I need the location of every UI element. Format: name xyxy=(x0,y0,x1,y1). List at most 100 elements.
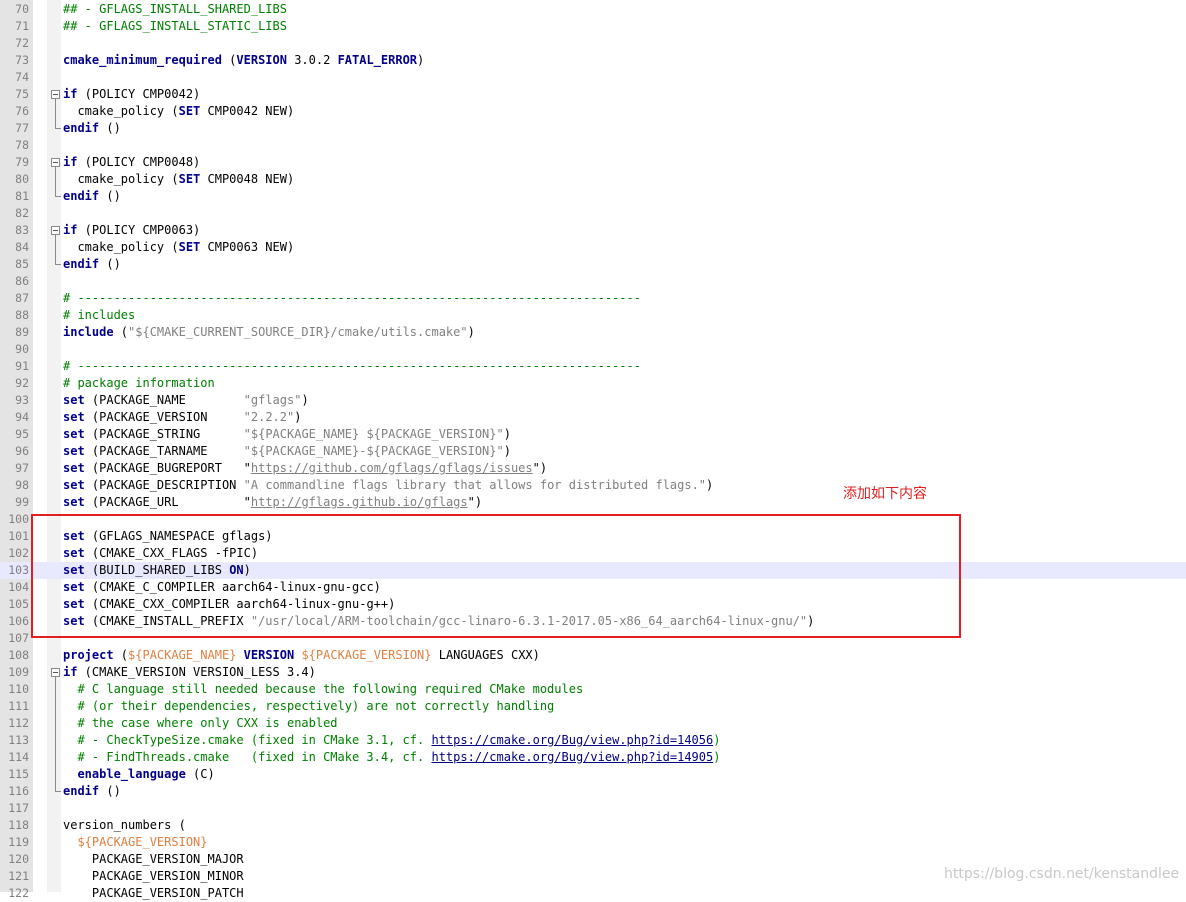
code-line[interactable]: 113 # - CheckTypeSize.cmake (fixed in CM… xyxy=(0,732,1186,749)
code-token: "${CMAKE_CURRENT_SOURCE_DIR}/cmake/utils… xyxy=(128,325,468,339)
code-line[interactable]: 77 endif () xyxy=(0,120,1186,137)
code-text: # (or their dependencies, respectively) … xyxy=(63,698,554,715)
code-line[interactable]: 90 xyxy=(0,341,1186,358)
code-token[interactable]: https://cmake.org/Bug/view.php?id=14056 xyxy=(431,733,713,747)
code-line[interactable]: 72 xyxy=(0,35,1186,52)
line-number: 81 xyxy=(15,189,29,203)
code-token: set xyxy=(63,444,85,458)
code-token: cmake_policy ( xyxy=(63,104,179,118)
code-text: endif () xyxy=(63,783,121,800)
code-line[interactable]: 82 xyxy=(0,205,1186,222)
code-line[interactable]: 70 ## - GFLAGS_INSTALL_SHARED_LIBS xyxy=(0,1,1186,18)
code-line[interactable]: 93 set (PACKAGE_NAME "gflags") xyxy=(0,392,1186,409)
code-token[interactable]: https://cmake.org/Bug/view.php?id=14905 xyxy=(431,750,713,764)
code-text: set (PACKAGE_VERSION "2.2.2") xyxy=(63,409,301,426)
code-line[interactable]: 88 # includes xyxy=(0,307,1186,324)
fold-toggle-icon[interactable] xyxy=(51,226,60,235)
code-line[interactable]: 119 ${PACKAGE_VERSION} xyxy=(0,834,1186,851)
code-token: ( xyxy=(113,325,129,339)
code-token: if xyxy=(63,155,78,169)
line-number: 99 xyxy=(15,495,29,509)
fold-toggle-icon[interactable] xyxy=(51,90,60,99)
code-token: (C) xyxy=(185,767,215,781)
code-line[interactable]: 111 # (or their dependencies, respective… xyxy=(0,698,1186,715)
code-text: set (PACKAGE_DESCRIPTION "A commandline … xyxy=(63,477,713,494)
code-line[interactable]: 83 if (POLICY CMP0063) xyxy=(0,222,1186,239)
line-number: 113 xyxy=(8,733,29,747)
code-token: () xyxy=(99,189,121,203)
code-line[interactable]: 81 endif () xyxy=(0,188,1186,205)
code-text: endif () xyxy=(63,120,121,137)
code-token: if xyxy=(63,87,78,101)
code-line[interactable]: 73 cmake_minimum_required (VERSION 3.0.2 … xyxy=(0,52,1186,69)
code-text: # C language still needed because the fo… xyxy=(63,681,583,698)
fold-end-marker xyxy=(55,120,61,129)
code-line[interactable]: 114 # - FindThreads.cmake (fixed in CMak… xyxy=(0,749,1186,766)
code-line[interactable]: 97 set (PACKAGE_BUGREPORT "https://github… xyxy=(0,460,1186,477)
code-line[interactable]: 118 version_numbers ( xyxy=(0,817,1186,834)
code-token: endif xyxy=(63,189,100,203)
code-line[interactable]: 91 # ------------------------------------… xyxy=(0,358,1186,375)
line-number: 91 xyxy=(15,359,29,373)
fold-end-marker xyxy=(55,256,61,265)
code-token[interactable]: https://github.com/gflags/gflags/issues xyxy=(251,461,533,475)
code-text: project (${PACKAGE_NAME} VERSION ${PACKA… xyxy=(63,647,540,664)
fold-guide-line xyxy=(55,732,56,749)
code-line[interactable]: 86 xyxy=(0,273,1186,290)
code-line[interactable]: 109 if (CMAKE_VERSION VERSION_LESS 3.4) xyxy=(0,664,1186,681)
line-number: 110 xyxy=(8,682,29,696)
code-line[interactable]: 80 cmake_policy (SET CMP0048 NEW) xyxy=(0,171,1186,188)
code-token: ) xyxy=(503,444,511,458)
code-line[interactable]: 71 ## - GFLAGS_INSTALL_STATIC_LIBS xyxy=(0,18,1186,35)
line-number: 72 xyxy=(15,36,29,50)
code-line[interactable]: 92 # package information xyxy=(0,375,1186,392)
code-line[interactable]: 94 set (PACKAGE_VERSION "2.2.2") xyxy=(0,409,1186,426)
added-lines-highlight-box xyxy=(31,514,961,638)
code-token: set xyxy=(63,495,85,509)
code-line[interactable]: 122 PACKAGE_VERSION_PATCH xyxy=(0,885,1186,902)
code-line[interactable]: 79 if (POLICY CMP0048) xyxy=(0,154,1186,171)
line-number: 94 xyxy=(15,410,29,424)
code-token: ) xyxy=(294,410,302,424)
code-token: () xyxy=(99,121,121,135)
code-token: set xyxy=(63,393,85,407)
fold-toggle-icon[interactable] xyxy=(51,668,60,677)
code-token: ## - GFLAGS_INSTALL_STATIC_LIBS xyxy=(63,19,287,33)
code-line[interactable]: 112 # the case where only CXX is enabled xyxy=(0,715,1186,732)
code-editor[interactable]: 70 ## - GFLAGS_INSTALL_SHARED_LIBS 71 ## - … xyxy=(0,0,1186,900)
code-line[interactable]: 75 if (POLICY CMP0042) xyxy=(0,86,1186,103)
code-token: ) xyxy=(713,750,721,764)
code-line[interactable]: 99 set (PACKAGE_URL "http://gflags.github… xyxy=(0,494,1186,511)
watermark: https://blog.csdn.net/kenstandlee xyxy=(944,866,1180,882)
code-line[interactable]: 116 endif () xyxy=(0,783,1186,800)
code-token: endif xyxy=(63,784,100,798)
line-number: 95 xyxy=(15,427,29,441)
code-line[interactable]: 110 # C language still needed because th… xyxy=(0,681,1186,698)
code-line[interactable]: 108 project (${PACKAGE_NAME} VERSION ${PA… xyxy=(0,647,1186,664)
code-line[interactable]: 87 # ------------------------------------… xyxy=(0,290,1186,307)
code-line[interactable]: 95 set (PACKAGE_STRING "${PACKAGE_NAME} $… xyxy=(0,426,1186,443)
code-token: # package information xyxy=(63,376,215,390)
code-line[interactable]: 98 set (PACKAGE_DESCRIPTION "A commandlin… xyxy=(0,477,1186,494)
code-line[interactable]: 89 include ("${CMAKE_CURRENT_SOURCE_DIR}/… xyxy=(0,324,1186,341)
code-line[interactable]: 117 xyxy=(0,800,1186,817)
code-token: endif xyxy=(63,257,100,271)
code-text: # the case where only CXX is enabled xyxy=(63,715,337,732)
code-token: (POLICY CMP0048) xyxy=(77,155,201,169)
code-line[interactable]: 85 endif () xyxy=(0,256,1186,273)
code-line[interactable]: 78 xyxy=(0,137,1186,154)
code-line[interactable]: 115 enable_language (C) xyxy=(0,766,1186,783)
code-line[interactable]: 74 xyxy=(0,69,1186,86)
line-number: 104 xyxy=(8,580,29,594)
line-number: 84 xyxy=(15,240,29,254)
code-line[interactable]: 76 cmake_policy (SET CMP0042 NEW) xyxy=(0,103,1186,120)
code-text: ## - GFLAGS_INSTALL_STATIC_LIBS xyxy=(63,18,287,35)
code-line[interactable]: 96 set (PACKAGE_TARNAME "${PACKAGE_NAME}-… xyxy=(0,443,1186,460)
code-token: CMP0042 NEW) xyxy=(200,104,295,118)
code-token: "2.2.2" xyxy=(243,410,295,424)
fold-toggle-icon[interactable] xyxy=(51,158,60,167)
code-token[interactable]: http://gflags.github.io/gflags xyxy=(251,495,468,509)
code-line[interactable]: 84 cmake_policy (SET CMP0063 NEW) xyxy=(0,239,1186,256)
code-token: if xyxy=(63,665,78,679)
